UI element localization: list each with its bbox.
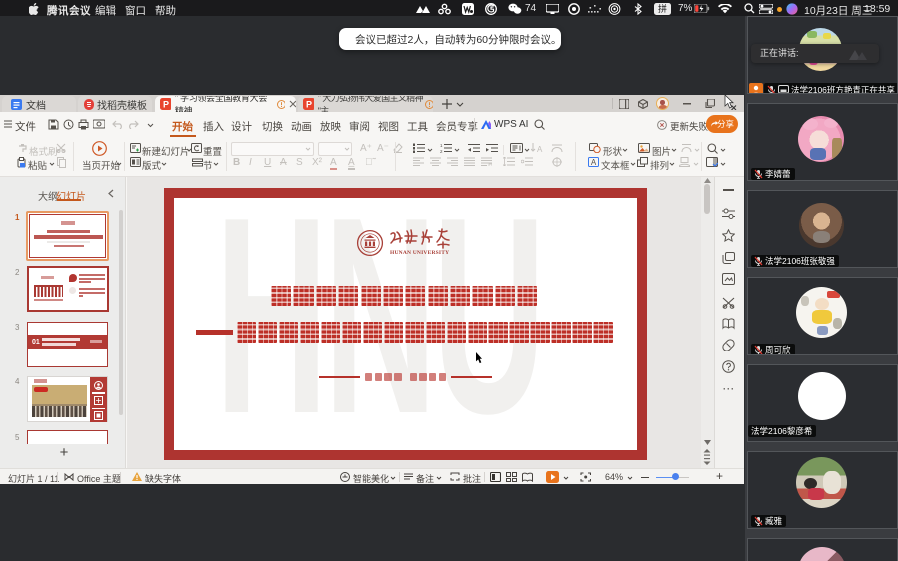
svg-text:P: P [306, 100, 312, 110]
svg-text:A: A [591, 158, 597, 167]
svg-text:A: A [537, 145, 543, 153]
svg-text:1: 1 [440, 143, 443, 148]
svg-text:P: P [163, 100, 169, 110]
svg-text:2: 2 [440, 149, 443, 153]
